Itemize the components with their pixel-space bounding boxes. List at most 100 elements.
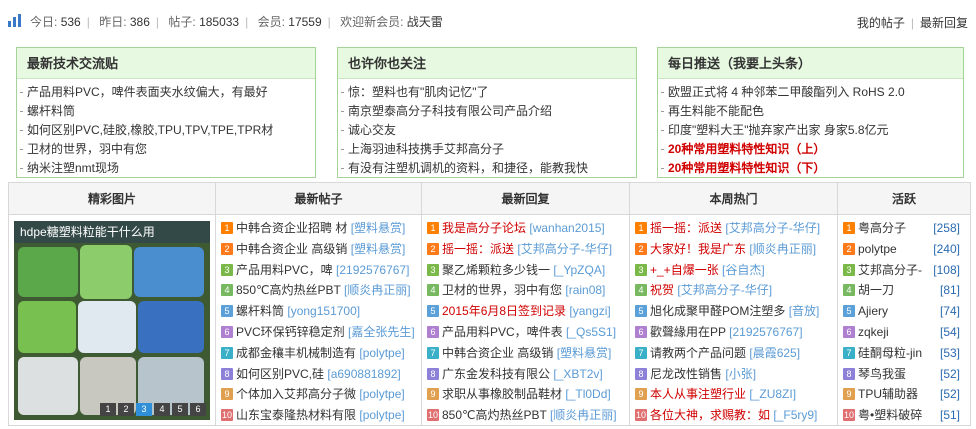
author-link[interactable]: [塑料悬赏] <box>351 221 406 235</box>
author-link[interactable]: [rain08] <box>565 283 605 297</box>
new-member-link[interactable]: 战天雷 <box>407 15 443 29</box>
author-link[interactable]: [晨霞625] <box>749 346 800 360</box>
author-link[interactable]: [谷自杰] <box>722 263 765 277</box>
topic-link[interactable]: 中韩合资企业招聘 材 <box>236 221 347 235</box>
author-link[interactable]: [顺炎冉正丽] <box>749 242 816 256</box>
box-item[interactable]: 惊：塑料也有"肌肉记忆"了 <box>338 83 636 102</box>
slide-page-button[interactable]: 2 <box>118 403 134 416</box>
box-item[interactable]: 20种常用塑料特性知识（下） <box>658 159 963 178</box>
slide-caption[interactable]: hdpe糖塑料粒能干什么用 <box>14 221 210 243</box>
box-item[interactable]: 产品用料PVC，啤件表面夹水纹偏大，有最好 <box>17 83 315 102</box>
box-item[interactable]: 欧盟正式将 4 种邻苯二甲酸酯列入 RoHS 2.0 <box>658 83 963 102</box>
author-link[interactable]: [塑料悬赏] <box>557 346 612 360</box>
author-link[interactable]: [2192576767] <box>336 263 409 277</box>
author-link[interactable]: [2192576767] <box>729 325 802 339</box>
author-link[interactable]: [yangzi] <box>569 304 610 318</box>
topic-link[interactable]: 尼龙改性销售 <box>650 367 722 381</box>
author-link[interactable]: [塑料悬赏] <box>351 242 406 256</box>
author-link[interactable]: [polytpe] <box>359 387 404 401</box>
user-link[interactable]: 艾邦高分子- <box>858 263 922 277</box>
topic-link[interactable]: 广东金发科技有限公 <box>442 367 550 381</box>
slide-page-button[interactable]: 5 <box>172 403 188 416</box>
topic-link[interactable]: 本人从事注塑行业 <box>650 387 746 401</box>
topic-link[interactable]: 成都金穰丰机械制造有 <box>236 346 356 360</box>
author-link[interactable]: [wanhan2015] <box>529 221 604 235</box>
box-item[interactable]: 20种常用塑料特性知识（上） <box>658 140 963 159</box>
slide-page-button[interactable]: 3 <box>136 403 152 416</box>
author-link[interactable]: [_Qs5S1] <box>566 325 616 339</box>
topic-link[interactable]: 我是高分子论坛 <box>442 221 526 235</box>
topic-link[interactable]: 如何区别PVC,硅 <box>236 367 324 381</box>
topic-link[interactable]: 产品用料PVC，啤 <box>236 263 333 277</box>
user-link[interactable]: TPU辅助器 <box>858 387 918 401</box>
author-link[interactable]: [艾邦高分子-华仔] <box>517 242 612 256</box>
user-link[interactable]: Ajiery <box>858 304 888 318</box>
author-link[interactable]: [polytpe] <box>359 408 404 422</box>
author-link[interactable]: [顺炎冉正丽] <box>344 283 411 297</box>
box-item[interactable]: 再生料能不能配色 <box>658 102 963 121</box>
topic-link[interactable]: 卫材的世界，羽中有您 <box>442 283 562 297</box>
user-link[interactable]: 琴鸟我蛋 <box>858 367 906 381</box>
topic-link[interactable]: 中韩合资企业 高级销 <box>236 242 347 256</box>
author-link[interactable]: [顺炎冉正丽] <box>550 408 617 422</box>
user-link[interactable]: zqkeji <box>858 325 889 339</box>
topic-link[interactable]: 歡聲緣用在PP <box>650 325 726 339</box>
author-link[interactable]: [a690881892] <box>327 367 400 381</box>
rank-badge: 5 <box>635 305 647 318</box>
topic-link[interactable]: 聚乙烯颗粒多少钱一 <box>442 263 550 277</box>
box-item[interactable]: 纳米注塑nmt现场 <box>17 159 315 178</box>
author-link[interactable]: [_ZU8ZI] <box>749 387 796 401</box>
author-link[interactable]: [_Tl0Dd] <box>565 387 610 401</box>
slide-page-button[interactable]: 6 <box>190 403 206 416</box>
topic-link[interactable]: 求职从事橡胶制品鞋材 <box>442 387 562 401</box>
topic-link[interactable]: 产品用料PVC，啤件表 <box>442 325 563 339</box>
box-item[interactable]: 有没有注塑机调机的资料，和捷径，能教我快 <box>338 159 636 178</box>
author-link[interactable]: [_YpZQA] <box>553 263 605 277</box>
user-link[interactable]: polytpe <box>858 242 897 256</box>
slide-page-button[interactable]: 1 <box>100 403 116 416</box>
topic-link[interactable]: 中韩合资企业 高级销 <box>442 346 553 360</box>
topic-link[interactable]: 摇一摇：派送 <box>442 242 514 256</box>
author-link[interactable]: [艾邦高分子-华仔] <box>725 221 820 235</box>
box-item[interactable]: 南京塑泰高分子科技有限公司产品介绍 <box>338 102 636 121</box>
topic-link[interactable]: 摇一摇：派送 <box>650 221 722 235</box>
latest-replies-link[interactable]: 最新回复 <box>920 16 968 30</box>
author-link[interactable]: [_F5ry9] <box>773 408 817 422</box>
topic-link[interactable]: 2015年6月8日签到记录 <box>442 304 566 318</box>
author-link[interactable]: [_XBT2v] <box>553 367 602 381</box>
topic-link[interactable]: 大家好！我是广东 <box>650 242 746 256</box>
topic-link[interactable]: 螺杆料筒 <box>236 304 284 318</box>
author-link[interactable]: [yong151700] <box>287 304 360 318</box>
topic-link[interactable]: 山东宝泰隆热材料有限 <box>236 408 356 422</box>
rank-badge: 10 <box>843 409 855 422</box>
box-item[interactable]: 印度"塑料大王"抛弃家产出家 身家5.8亿元 <box>658 121 963 140</box>
topic-link[interactable]: 旭化成聚甲醛POM注塑多 <box>650 304 785 318</box>
rank-badge: 5 <box>221 305 233 318</box>
topic-link[interactable]: 各位大神，求赐教：如 <box>650 408 770 422</box>
box-item[interactable]: 上海羽迪科技携手艾邦高分子 <box>338 140 636 159</box>
topic-link[interactable]: 祝贺 <box>650 283 674 297</box>
box-item[interactable]: 如何区别PVC,硅胶,橡胶,TPU,TPV,TPE,TPR材 <box>17 121 315 140</box>
user-link[interactable]: 硅酮母粒-jin <box>858 346 922 360</box>
topic-link[interactable]: +_+自爆一张 <box>650 263 719 277</box>
user-link[interactable]: 粤高分子 <box>858 221 906 235</box>
topic-link[interactable]: 850℃高灼热丝PBT <box>442 408 547 422</box>
box-item[interactable]: 卫材的世界，羽中有您 <box>17 140 315 159</box>
author-link[interactable]: [嘉全张先生] <box>348 325 415 339</box>
slideshow[interactable]: hdpe糖塑料粒能干什么用 123456 <box>14 221 210 420</box>
box-item[interactable]: 螺杆料筒 <box>17 102 315 121</box>
user-link[interactable]: 粤•塑料破碎 <box>858 408 922 422</box>
topic-link[interactable]: 850℃高灼热丝PBT <box>236 283 341 297</box>
author-link[interactable]: [小张] <box>725 367 756 381</box>
rank-badge: 9 <box>843 388 855 401</box>
author-link[interactable]: [音放] <box>789 304 820 318</box>
box-item[interactable]: 诚心交友 <box>338 121 636 140</box>
user-link[interactable]: 胡一刀 <box>858 283 894 297</box>
topic-link[interactable]: 请教两个产品问题 <box>650 346 746 360</box>
topic-link[interactable]: PVC环保钙锌稳定剂 <box>236 325 345 339</box>
author-link[interactable]: [polytpe] <box>359 346 404 360</box>
slide-page-button[interactable]: 4 <box>154 403 170 416</box>
my-posts-link[interactable]: 我的帖子 <box>857 16 905 30</box>
topic-link[interactable]: 个体加入艾邦高分子微 <box>236 387 356 401</box>
author-link[interactable]: [艾邦高分子-华仔] <box>677 283 772 297</box>
